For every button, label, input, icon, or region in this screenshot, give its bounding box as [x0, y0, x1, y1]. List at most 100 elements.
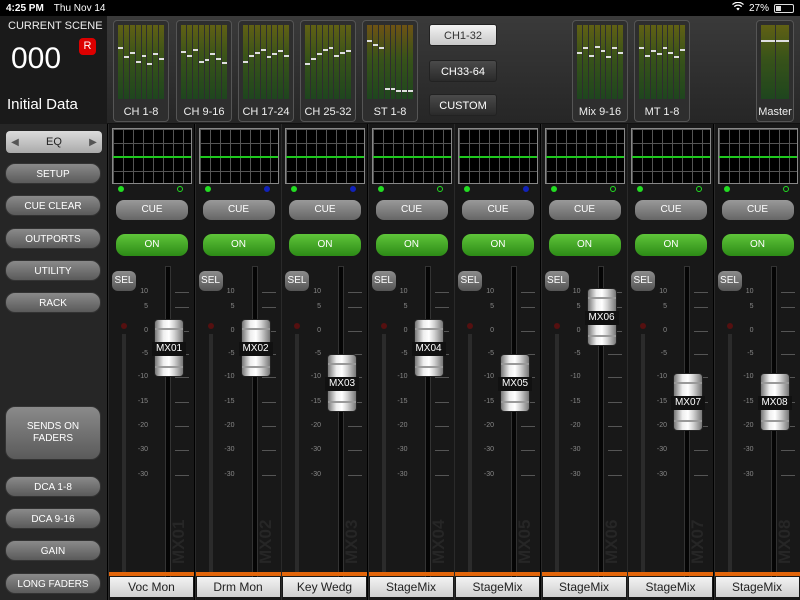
bank-ch-1-8[interactable]: CH 1-8: [113, 20, 169, 122]
channel-color-bar: [455, 572, 540, 576]
bank-meter-column: [210, 25, 216, 99]
fader-scale-tick: [694, 450, 708, 451]
eq-selector[interactable]: ◀ EQ ▶: [6, 131, 102, 153]
channel-name[interactable]: StageMix: [629, 577, 712, 597]
on-button[interactable]: ON: [721, 234, 794, 256]
bank-master[interactable]: Master: [756, 20, 794, 122]
on-button[interactable]: ON: [635, 234, 707, 256]
peak-indicator: [207, 323, 214, 329]
on-button[interactable]: ON: [375, 234, 448, 256]
current-scene-panel[interactable]: CURRENT SCENE 000 R Initial Data: [0, 16, 107, 124]
bank-mix-9-16[interactable]: Mix 9-16: [572, 20, 628, 122]
fader-knob[interactable]: MX07: [671, 372, 705, 431]
fader-scale-label: -5: [747, 350, 754, 357]
fader-scale-tick: [348, 331, 362, 332]
eq-graph[interactable]: [458, 128, 538, 184]
peak-indicator: [640, 323, 646, 329]
eq-graph[interactable]: [112, 128, 192, 184]
channel-name[interactable]: Drm Mon: [196, 577, 280, 597]
eq-graph[interactable]: [198, 128, 279, 184]
fader-scale-tick: [175, 292, 189, 293]
outports-button[interactable]: OUTPORTS: [5, 228, 101, 249]
fader-knob[interactable]: MX05: [498, 353, 532, 412]
channel-name[interactable]: StageMix: [456, 577, 539, 597]
cue-button[interactable]: CUE: [635, 200, 707, 220]
dca-1-8-button[interactable]: DCA 1-8: [5, 476, 101, 497]
fader-cap-line: [155, 366, 183, 369]
channel-color-bar: [368, 572, 454, 576]
fader-scale-tick: [348, 475, 362, 476]
cue-button[interactable]: CUE: [116, 200, 188, 220]
gain-button[interactable]: GAIN: [5, 540, 101, 561]
bank-meter-column: [775, 25, 789, 99]
fader-scale-tick: [780, 475, 795, 476]
cue-button[interactable]: CUE: [548, 200, 621, 220]
fader-scale-tick: [607, 475, 622, 476]
channel-name[interactable]: StageMix: [715, 577, 799, 597]
bank-ch-17-24[interactable]: CH 17-24: [238, 20, 294, 122]
cue-clear-button[interactable]: CUE CLEAR: [5, 195, 101, 216]
fader-scale-label: -15: [137, 398, 148, 405]
chevron-right-icon[interactable]: ▶: [84, 137, 102, 148]
bank-fader-tick: [310, 57, 316, 60]
rack-button[interactable]: RACK: [5, 292, 101, 313]
on-button[interactable]: ON: [116, 234, 188, 256]
fader-knob[interactable]: MX01: [152, 319, 186, 378]
channel-name[interactable]: StageMix: [542, 577, 626, 597]
fader-scale-tick: [348, 450, 362, 451]
eq-graph[interactable]: [717, 128, 798, 184]
fader-scale-label: 10: [745, 288, 754, 295]
bank-fader-tick: [316, 53, 322, 56]
bank-fader-tick: [123, 56, 129, 59]
eq-graph[interactable]: [544, 128, 625, 184]
bank-meter-column: [129, 25, 135, 99]
page-custom-button[interactable]: CUSTOM: [429, 94, 497, 116]
fader-knob[interactable]: MX04: [411, 319, 446, 378]
cue-button[interactable]: CUE: [721, 200, 794, 220]
page-ch1-32-button[interactable]: CH1-32: [429, 24, 497, 46]
bank-ch-25-32[interactable]: CH 25-32: [300, 20, 356, 122]
peak-indicator: [726, 323, 733, 329]
eq-graph[interactable]: [285, 128, 365, 184]
cue-button[interactable]: CUE: [289, 200, 361, 220]
fader-scale-label: 0: [144, 327, 148, 334]
cue-button[interactable]: CUE: [202, 200, 275, 220]
page-ch33-64-button[interactable]: CH33-64: [429, 60, 497, 82]
fader-cap-line: [414, 328, 443, 331]
bank-meter-column: [254, 25, 260, 99]
bank-fader-tick: [775, 39, 789, 42]
sends-on-faders-button[interactable]: SENDS ON FADERS: [5, 406, 101, 460]
cue-button[interactable]: CUE: [462, 200, 534, 220]
cue-button[interactable]: CUE: [375, 200, 448, 220]
channel-name[interactable]: Voc Mon: [110, 577, 193, 597]
bank-st-1-8[interactable]: ST 1-8: [362, 20, 418, 122]
bank-ch-9-16[interactable]: CH 9-16: [176, 20, 232, 122]
channel-name[interactable]: Key Wedg: [283, 577, 366, 597]
fader-knob[interactable]: MX08: [757, 372, 792, 431]
fader-knob[interactable]: MX06: [584, 287, 619, 346]
fader-scale-tick: [521, 450, 535, 451]
bank-meter-column: [334, 25, 340, 99]
bank-fader-tick: [198, 60, 204, 63]
on-button[interactable]: ON: [289, 234, 361, 256]
on-button[interactable]: ON: [462, 234, 534, 256]
fader-scale-tick: [175, 426, 189, 427]
bank-fader-tick: [153, 53, 159, 56]
bank-meter-column: [118, 25, 123, 99]
on-button[interactable]: ON: [202, 234, 275, 256]
fader-scale-tick: [434, 450, 449, 451]
level-meter: [208, 334, 213, 574]
channel-name[interactable]: StageMix: [369, 577, 453, 597]
bank-mt-1-8[interactable]: MT 1-8: [634, 20, 690, 122]
fader-knob[interactable]: MX03: [325, 353, 359, 412]
setup-button[interactable]: SETUP: [5, 163, 101, 184]
eq-graph[interactable]: [371, 128, 452, 184]
eq-graph[interactable]: [631, 128, 711, 184]
eq-curve: [372, 156, 451, 158]
dca-9-16-button[interactable]: DCA 9-16: [5, 508, 101, 529]
long-faders-button[interactable]: LONG FADERS: [5, 573, 101, 594]
utility-button[interactable]: UTILITY: [5, 260, 101, 281]
fader-knob[interactable]: MX02: [238, 319, 273, 378]
chevron-left-icon[interactable]: ◀: [6, 137, 24, 148]
on-button[interactable]: ON: [548, 234, 621, 256]
